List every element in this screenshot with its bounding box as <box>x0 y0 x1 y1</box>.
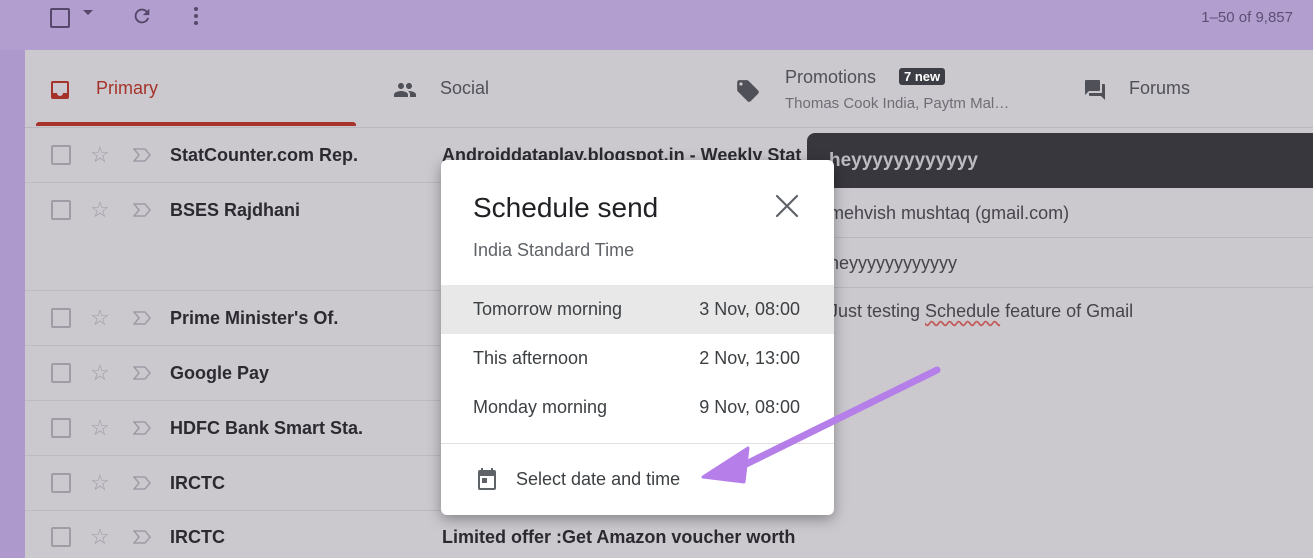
category-tabs: Primary Social Promotions 7 new Thomas C… <box>25 50 1313 128</box>
schedule-option-tomorrow-morning[interactable]: Tomorrow morning 3 Nov, 08:00 <box>441 285 834 334</box>
tab-forums[interactable]: Forums <box>1081 50 1311 127</box>
row-sender: IRCTC <box>170 527 225 547</box>
left-sidebar-edge <box>0 50 25 558</box>
option-label: Tomorrow morning <box>473 299 623 319</box>
importance-marker-icon[interactable] <box>133 421 151 435</box>
row-sender: StatCounter.com Rep. <box>170 145 359 165</box>
dialog-divider <box>441 443 834 444</box>
tab-forums-label: Forums <box>1129 78 1191 98</box>
importance-marker-icon[interactable] <box>133 476 151 490</box>
option-label: Monday morning <box>473 397 608 417</box>
calendar-icon <box>478 468 496 490</box>
compose-header[interactable]: heyyyyyyyyyyyy <box>807 133 1313 188</box>
star-icon[interactable]: ☆ <box>90 362 110 384</box>
timezone-label: India Standard Time <box>473 240 635 260</box>
option-time: 2 Nov, 13:00 <box>699 348 800 368</box>
option-label: This afternoon <box>473 348 589 368</box>
schedule-send-dialog: Schedule send India Standard Time Tomorr… <box>441 160 834 515</box>
star-icon[interactable]: ☆ <box>90 144 110 166</box>
compose-subject: heyyyyyyyyyyyy <box>829 253 958 273</box>
row-checkbox[interactable] <box>51 473 71 493</box>
row-checkbox[interactable] <box>51 308 71 328</box>
people-icon <box>394 83 416 97</box>
forum-icon <box>1085 80 1105 100</box>
compose-body[interactable]: Just testing Schedule feature of Gmail <box>829 301 1133 322</box>
compose-window: heyyyyyyyyyyyy mehvish mushtaq (gmail.co… <box>807 133 1313 558</box>
tab-social-label: Social <box>440 78 490 98</box>
tab-social[interactable]: Social <box>385 50 725 127</box>
tag-icon <box>737 80 759 102</box>
row-sender: BSES Rajdhani <box>170 200 301 220</box>
misspelled-word: Schedule <box>925 301 1001 321</box>
tab-primary-underline <box>36 122 356 126</box>
select-date-time-label: Select date and time <box>516 469 681 489</box>
schedule-option-this-afternoon[interactable]: This afternoon 2 Nov, 13:00 <box>441 334 834 383</box>
importance-marker-icon[interactable] <box>133 311 151 325</box>
row-checkbox[interactable] <box>51 527 71 547</box>
toolbar: 1–50 of 9,857 <box>0 0 1313 50</box>
compose-body-text-start: Just testing <box>829 301 926 321</box>
compose-body-text-end: feature of Gmail <box>1000 301 1134 321</box>
star-icon[interactable]: ☆ <box>90 472 110 494</box>
promotions-senders: Thomas Cook India, Paytm Mal… <box>785 95 1010 112</box>
star-icon[interactable]: ☆ <box>90 307 110 329</box>
select-date-time-button[interactable]: Select date and time <box>441 454 834 504</box>
compose-subject-field[interactable]: heyyyyyyyyyyyy <box>829 238 1313 288</box>
more-vert-icon[interactable] <box>188 5 204 27</box>
option-time: 9 Nov, 08:00 <box>699 397 800 417</box>
row-checkbox[interactable] <box>51 200 71 220</box>
row-subject: Limited offer :Get Amazon voucher worth <box>442 527 796 547</box>
star-icon[interactable]: ☆ <box>90 199 110 221</box>
star-icon[interactable]: ☆ <box>90 417 110 439</box>
row-checkbox[interactable] <box>51 145 71 165</box>
row-sender: IRCTC <box>170 473 225 493</box>
close-icon[interactable] <box>771 190 803 222</box>
importance-marker-icon[interactable] <box>133 366 151 380</box>
importance-marker-icon[interactable] <box>133 148 151 162</box>
compose-title: heyyyyyyyyyyyy <box>829 150 978 171</box>
tab-promotions[interactable]: Promotions 7 new Thomas Cook India, Payt… <box>733 50 1073 127</box>
row-sender: Google Pay <box>170 363 270 383</box>
schedule-option-monday-morning[interactable]: Monday morning 9 Nov, 08:00 <box>441 383 834 432</box>
new-count-badge: 7 new <box>899 68 946 85</box>
dialog-title: Schedule send <box>473 192 659 223</box>
tab-promotions-label: Promotions <box>785 67 877 87</box>
star-icon[interactable]: ☆ <box>90 526 110 548</box>
inbox-icon <box>51 81 69 99</box>
compose-recipient: mehvish mushtaq (gmail.com) <box>829 203 1070 223</box>
select-all-checkbox[interactable] <box>50 8 70 28</box>
tab-primary[interactable]: Primary <box>36 50 356 127</box>
row-checkbox[interactable] <box>51 363 71 383</box>
refresh-icon[interactable] <box>131 5 153 27</box>
select-dropdown-caret-icon[interactable] <box>83 10 93 15</box>
row-checkbox[interactable] <box>51 418 71 438</box>
row-sender: Prime Minister's Of. <box>170 308 339 328</box>
pagination-count: 1–50 of 9,857 <box>1201 9 1293 26</box>
compose-to-field[interactable]: mehvish mushtaq (gmail.com) <box>829 188 1313 238</box>
tab-primary-label: Primary <box>96 78 158 98</box>
row-sender: HDFC Bank Smart Sta. <box>170 418 364 438</box>
option-time: 3 Nov, 08:00 <box>699 299 800 319</box>
importance-marker-icon[interactable] <box>133 203 151 217</box>
importance-marker-icon[interactable] <box>133 530 151 544</box>
